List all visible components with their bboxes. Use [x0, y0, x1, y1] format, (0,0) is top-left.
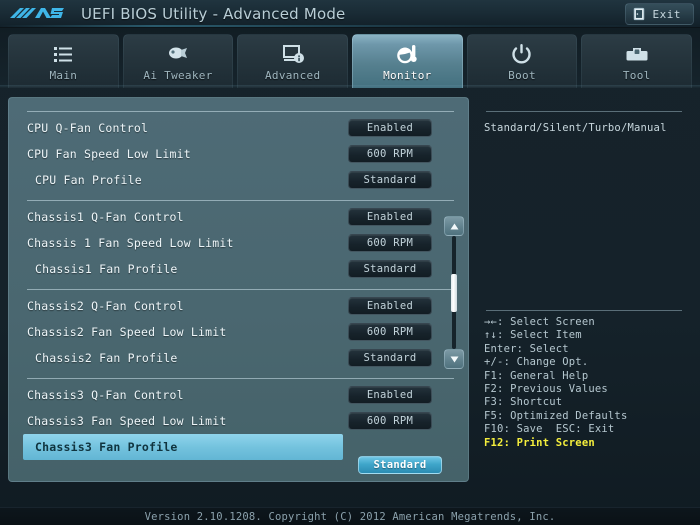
footer-version-text: Version 2.10.1208. Copyright (C) 2012 Am… — [144, 510, 556, 523]
setting-value: Standard — [363, 352, 417, 364]
key-legend-divider — [486, 309, 682, 311]
setting-value-button[interactable]: 600 RPM — [348, 145, 432, 163]
setting-value: Enabled — [366, 300, 414, 312]
setting-value-button[interactable]: Standard — [348, 349, 432, 367]
tab-tool-label: Tool — [622, 68, 651, 82]
setting-value: Standard — [373, 459, 427, 471]
scroll-up-button[interactable] — [444, 216, 464, 236]
setting-value: Enabled — [366, 122, 414, 134]
setting-row-chassis1-fan-speed-low-limit[interactable]: Chassis 1 Fan Speed Low Limit 600 RPM — [23, 230, 458, 256]
key-legend-line: F5: Optimized Defaults — [484, 409, 628, 422]
tab-tool[interactable]: Tool — [581, 34, 693, 88]
exit-label: Exit — [652, 7, 681, 21]
exit-button[interactable]: Exit — [624, 3, 694, 25]
main-tab-bar: Main Ai Tweaker Advanced Monitor Boot To… — [0, 28, 700, 88]
tab-monitor[interactable]: Monitor — [352, 34, 463, 88]
key-legend-line: →←: Select Screen — [484, 315, 595, 328]
asus-logo — [10, 8, 64, 18]
setting-row-chassis1-fan-profile[interactable]: Chassis1 Fan Profile Standard — [23, 256, 458, 282]
group-separator — [27, 378, 454, 379]
key-legend-line: Enter: Select — [484, 342, 569, 355]
key-legend-line: ↑↓: Select Item — [484, 329, 582, 342]
scroll-down-button[interactable] — [444, 349, 464, 369]
setting-value: 600 RPM — [366, 237, 414, 249]
scrollbar-thumb[interactable] — [451, 274, 457, 312]
body-area: CPU Q-Fan Control Enabled CPU Fan Speed … — [0, 88, 700, 507]
tab-ai-tweaker-label: Ai Tweaker — [143, 68, 213, 82]
list-icon — [54, 46, 73, 62]
setting-row-chassis2-fan-profile[interactable]: Chassis2 Fan Profile Standard — [23, 345, 458, 371]
help-section: Standard/Silent/Turbo/Manual — [476, 97, 690, 136]
setting-value: 600 RPM — [366, 415, 414, 427]
help-divider — [486, 111, 682, 112]
tab-ai-tweaker[interactable]: Ai Tweaker — [122, 34, 234, 88]
triangle-down-icon — [450, 356, 458, 362]
tab-advanced-label: Advanced — [264, 68, 321, 82]
setting-value-button[interactable]: Enabled — [348, 386, 432, 404]
setting-value: Standard — [363, 174, 417, 186]
window-title: UEFI BIOS Utility - Advanced Mode — [81, 4, 346, 23]
footer: Version 2.10.1208. Copyright (C) 2012 Am… — [0, 507, 700, 525]
key-legend-line: F2: Previous Values — [484, 382, 608, 395]
setting-value: Enabled — [366, 389, 414, 401]
info-panel: Standard/Silent/Turbo/Manual →←: Select … — [476, 97, 690, 482]
group-separator — [27, 200, 454, 201]
turbo-icon — [169, 47, 187, 58]
setting-value-button[interactable]: Standard — [348, 171, 432, 189]
setting-row-cpu-fan-profile[interactable]: CPU Fan Profile Standard — [23, 167, 458, 193]
power-icon — [512, 43, 531, 63]
setting-row-chassis1-qfan-control[interactable]: Chassis1 Q-Fan Control Enabled — [23, 204, 458, 230]
setting-value-button-selected[interactable]: Standard — [358, 456, 442, 474]
key-legend-line: F1: General Help — [484, 369, 589, 382]
titlebar: UEFI BIOS Utility - Advanced Mode Exit — [0, 0, 700, 28]
key-legend-line-print-screen: F12: Print Screen — [484, 436, 595, 449]
setting-value-button[interactable]: Standard — [348, 260, 432, 278]
settings-group-cpu: CPU Q-Fan Control Enabled CPU Fan Speed … — [23, 104, 458, 193]
setting-value-button[interactable]: 600 RPM — [348, 323, 432, 341]
setting-row-chassis3-fan-profile[interactable]: Chassis3 Fan Profile — [23, 434, 343, 460]
key-legend-line: +/-: Change Opt. — [484, 356, 589, 369]
settings-group-chassis1: Chassis1 Q-Fan Control Enabled Chassis 1… — [23, 193, 458, 282]
settings-panel: CPU Q-Fan Control Enabled CPU Fan Speed … — [8, 97, 469, 482]
setting-row-chassis3-qfan-control[interactable]: Chassis3 Q-Fan Control Enabled — [23, 382, 458, 408]
setting-row-cpu-qfan-control[interactable]: CPU Q-Fan Control Enabled — [23, 115, 458, 141]
settings-scrollbar[interactable] — [444, 216, 464, 369]
setting-value: Standard — [363, 263, 417, 275]
key-legend-line: F3: Shortcut — [484, 396, 563, 409]
bios-window: UEFI BIOS Utility - Advanced Mode Exit M… — [0, 0, 700, 525]
toolbox-icon — [626, 47, 648, 60]
tab-main-label: Main — [49, 68, 78, 82]
tab-monitor-label: Monitor — [383, 68, 432, 82]
setting-row-chassis3-fan-speed-low-limit[interactable]: Chassis3 Fan Speed Low Limit 600 RPM — [23, 408, 458, 434]
setting-value: Enabled — [366, 211, 414, 223]
setting-value: 600 RPM — [366, 148, 414, 160]
setting-value-button[interactable]: 600 RPM — [348, 412, 432, 430]
setting-row-chassis2-fan-speed-low-limit[interactable]: Chassis2 Fan Speed Low Limit 600 RPM — [23, 319, 458, 345]
tab-boot-label: Boot — [508, 68, 536, 82]
setting-value: 600 RPM — [366, 326, 414, 338]
tab-main[interactable]: Main — [8, 34, 119, 88]
help-text: Standard/Silent/Turbo/Manual — [484, 122, 667, 134]
tab-boot[interactable]: Boot — [466, 34, 578, 88]
settings-group-chassis2: Chassis2 Q-Fan Control Enabled Chassis2 … — [23, 282, 458, 371]
key-legend: →←: Select Screen ↑↓: Select Item Enter:… — [476, 309, 690, 450]
triangle-up-icon — [450, 223, 458, 229]
tab-advanced[interactable]: Advanced — [237, 34, 349, 88]
setting-value-button[interactable]: Enabled — [348, 208, 432, 226]
setting-value-button[interactable]: 600 RPM — [348, 234, 432, 252]
thermometer-icon — [397, 44, 419, 63]
key-legend-line: F10: Save ESC: Exit — [484, 423, 615, 436]
setting-value-button[interactable]: Enabled — [348, 297, 432, 315]
setting-row-cpu-fan-speed-low-limit[interactable]: CPU Fan Speed Low Limit 600 RPM — [23, 141, 458, 167]
setting-row-chassis2-qfan-control[interactable]: Chassis2 Q-Fan Control Enabled — [23, 293, 458, 319]
setting-value-button[interactable]: Enabled — [348, 119, 432, 137]
group-separator — [27, 111, 454, 112]
settings-group-chassis3: Chassis3 Q-Fan Control Enabled Chassis3 … — [23, 371, 458, 474]
exit-door-icon — [633, 7, 644, 21]
monitor-info-icon — [282, 44, 304, 63]
setting-label: Chassis3 Fan Profile — [35, 440, 178, 454]
group-separator — [27, 289, 454, 290]
